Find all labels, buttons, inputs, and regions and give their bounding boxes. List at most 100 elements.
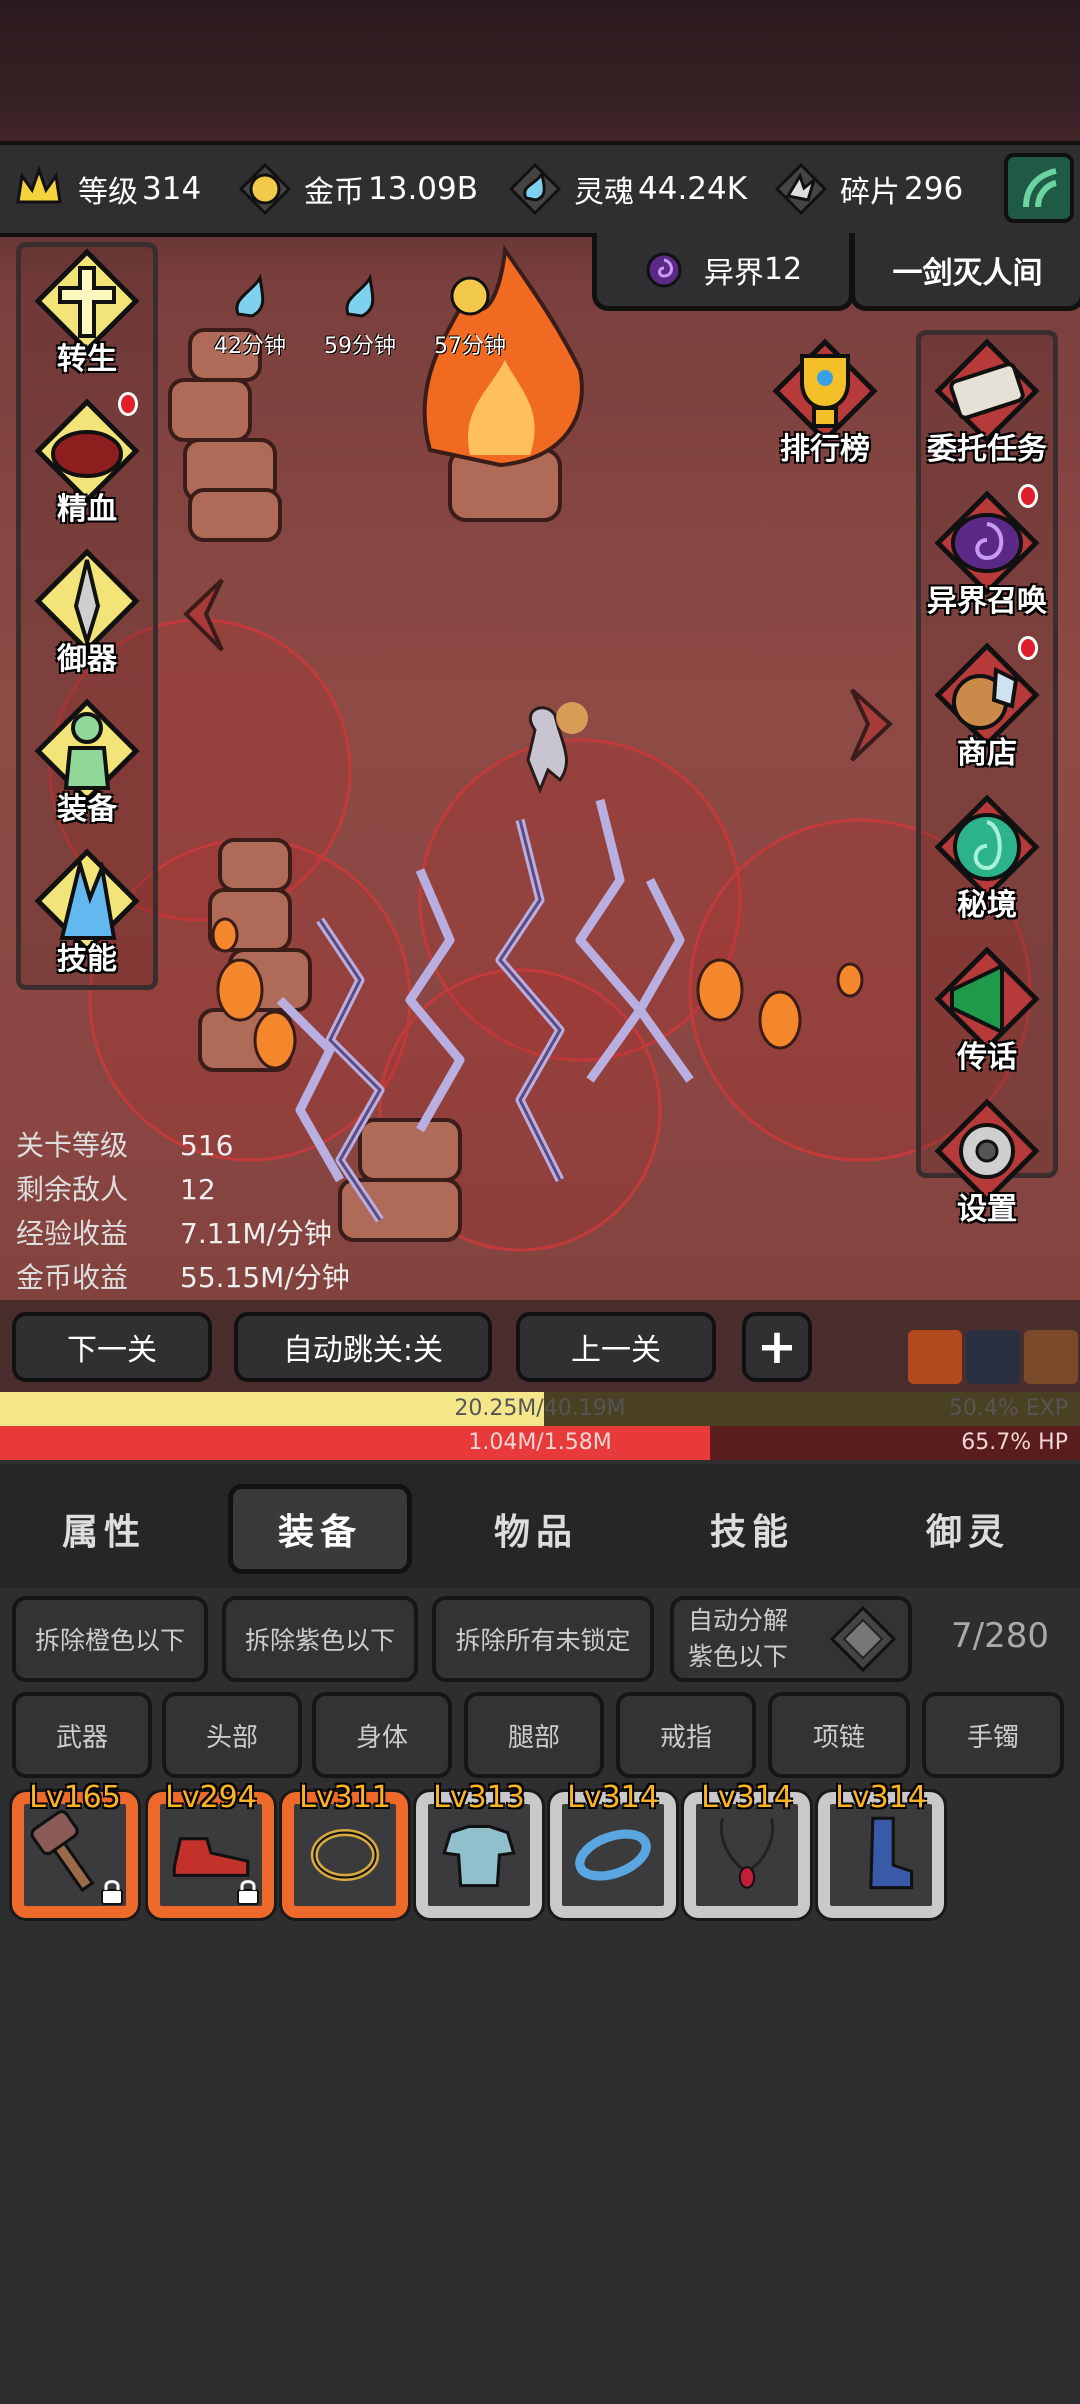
item-level: Lv313 xyxy=(433,1780,525,1815)
stat-key: 关卡等级 xyxy=(16,1129,129,1162)
next-stage-button[interactable]: 下一关 xyxy=(12,1312,212,1382)
equipment-slot[interactable]: Lv165 xyxy=(9,1780,141,1921)
stat-key: 金币收益 xyxy=(16,1261,129,1294)
stat-value: 516 xyxy=(180,1129,234,1162)
resource-label: 灵魂 xyxy=(574,175,634,210)
diamond-checkbox-icon xyxy=(829,1605,897,1673)
stat-key: 经验收益 xyxy=(16,1217,129,1250)
right-menu-label: 委托任务 xyxy=(927,432,1047,467)
right-menu-button-1[interactable]: 委托任务 xyxy=(912,336,1062,468)
gold-coin-icon xyxy=(234,158,296,220)
crown-icon xyxy=(8,158,70,220)
resource-label: 金币 xyxy=(304,175,364,210)
left-menu-label: 装备 xyxy=(57,792,117,827)
equipment-slot[interactable]: Lv314 xyxy=(681,1780,813,1921)
right-menu-button-4[interactable]: 秘境 xyxy=(912,792,1062,924)
resource-value: 13.09B xyxy=(368,171,479,207)
stat-value: 7.11M/分钟 xyxy=(180,1217,332,1250)
fire-buff-icon[interactable] xyxy=(908,1330,962,1384)
meteor-buff-icon[interactable] xyxy=(1024,1330,1078,1384)
right-menu-button-3[interactable]: 商店 xyxy=(912,636,1062,772)
nav-arrow-right xyxy=(850,688,893,762)
resource-value: 296 xyxy=(904,171,964,207)
right-menu-label: 异界召唤 xyxy=(927,584,1047,619)
auto-skip-button[interactable]: 自动跳关:关 xyxy=(234,1312,492,1382)
plus-button[interactable]: + xyxy=(742,1312,812,1382)
right-menu-button-2[interactable]: 异界召唤 xyxy=(912,484,1062,620)
left-menu-button-3[interactable]: 装备 xyxy=(12,696,162,828)
resource-shard: 碎片 296 xyxy=(770,145,963,233)
title-tab[interactable]: 一剑灭人间 xyxy=(850,233,1080,311)
gold-timer[interactable]: 57分钟 xyxy=(420,268,520,360)
hp-bar-percent: 65.7% HP xyxy=(961,1430,1068,1455)
equipment-slot[interactable]: Lv314 xyxy=(547,1780,679,1921)
left-menu-button-2[interactable]: 御器 xyxy=(12,546,162,678)
tab-skills[interactable]: 技能 xyxy=(660,1484,844,1574)
right-menu-button-6[interactable]: 设置 xyxy=(912,1096,1062,1228)
signal-button[interactable] xyxy=(1004,153,1074,223)
item-level: Lv294 xyxy=(165,1780,257,1815)
resource-gold: 金币 13.09B xyxy=(234,145,478,233)
remove-below-purple-button[interactable]: 拆除紫色以下 xyxy=(222,1596,418,1682)
inventory-capacity: 7/280 xyxy=(951,1616,1049,1656)
left-menu-button-4[interactable]: 技能 xyxy=(12,846,162,978)
slot-tab-necklace[interactable]: 项链 xyxy=(768,1692,910,1778)
right-menu-button-5[interactable]: 传话 xyxy=(912,944,1062,1076)
buff-icons xyxy=(908,1330,1080,1386)
rock-pillar xyxy=(168,328,282,542)
tab-spirits[interactable]: 御灵 xyxy=(876,1484,1060,1574)
lock-icon xyxy=(234,1878,262,1906)
timer-text: 57分钟 xyxy=(434,334,506,359)
auto-decompose-line2: 紫色以下 xyxy=(688,1642,789,1671)
stat-exp-rate: 经验收益 7.11M/分钟 xyxy=(16,1212,332,1252)
slot-tab-legs[interactable]: 腿部 xyxy=(464,1692,604,1778)
remove-unlocked-button[interactable]: 拆除所有未锁定 xyxy=(432,1596,654,1682)
slot-tab-bracelet[interactable]: 手镯 xyxy=(922,1692,1064,1778)
necklace-icon xyxy=(719,1817,775,1889)
notification-dot-icon xyxy=(118,392,138,416)
auto-decompose-line1: 自动分解 xyxy=(688,1606,789,1635)
lightning-buff-icon[interactable] xyxy=(966,1330,1020,1384)
left-menu-button-1[interactable]: 精血 xyxy=(12,392,162,528)
soul-timer[interactable]: 42分钟 xyxy=(200,268,300,360)
hp-bar-text: 1.04M/1.58M xyxy=(468,1430,612,1455)
slot-tab-body[interactable]: 身体 xyxy=(312,1692,452,1778)
otherworld-value: 12 xyxy=(763,252,803,287)
stat-gold-rate: 金币收益 55.15M/分钟 xyxy=(16,1256,350,1296)
resource-value: 44.24K xyxy=(638,171,748,207)
notification-dot-icon xyxy=(1018,636,1038,660)
tab-attributes[interactable]: 属性 xyxy=(12,1484,196,1574)
soul-timer-icon xyxy=(345,273,375,318)
item-level: Lv314 xyxy=(701,1780,793,1815)
right-menu-label: 秘境 xyxy=(957,888,1017,923)
resource-label: 等级 xyxy=(78,175,138,210)
notification-dot-icon xyxy=(1018,484,1038,508)
soul-timer-2[interactable]: 59分钟 xyxy=(310,268,410,360)
prev-stage-button[interactable]: 上一关 xyxy=(516,1312,716,1382)
left-menu-label: 技能 xyxy=(57,942,117,977)
right-menu-label: 传话 xyxy=(957,1040,1017,1075)
tab-equipment[interactable]: 装备 xyxy=(228,1484,412,1574)
main-tabs: 属性 装备 物品 技能 御灵 xyxy=(0,1464,1080,1588)
equipment-slot[interactable]: Lv294 xyxy=(145,1780,277,1921)
hero-glow xyxy=(556,702,588,734)
right-menu-label: 排行榜 xyxy=(780,432,870,467)
equipment-slot[interactable]: Lv313 xyxy=(413,1780,545,1921)
slot-tab-ring[interactable]: 戒指 xyxy=(616,1692,756,1778)
otherworld-tab[interactable]: 异界 12 xyxy=(592,233,854,311)
tab-items[interactable]: 物品 xyxy=(444,1484,628,1574)
equipment-slot[interactable]: Lv311 xyxy=(279,1780,411,1921)
slot-tab-head[interactable]: 头部 xyxy=(162,1692,302,1778)
vortex-icon xyxy=(646,252,682,287)
right-menu-button-0[interactable]: 排行榜 xyxy=(750,336,900,468)
slot-tab-weapon[interactable]: 武器 xyxy=(12,1692,152,1778)
equipment-slot[interactable]: Lv314 xyxy=(815,1780,947,1921)
title-label: 一剑灭人间 xyxy=(892,255,1043,291)
soul-icon xyxy=(504,158,566,220)
right-menu-label: 商店 xyxy=(957,736,1017,771)
shard-icon xyxy=(770,158,832,220)
remove-below-orange-button[interactable]: 拆除橙色以下 xyxy=(12,1596,208,1682)
stat-stage-level: 关卡等级 516 xyxy=(16,1124,233,1164)
left-menu-button-0[interactable]: 转生 xyxy=(12,246,162,378)
auto-decompose-toggle[interactable]: 自动分解 紫色以下 xyxy=(670,1596,912,1682)
